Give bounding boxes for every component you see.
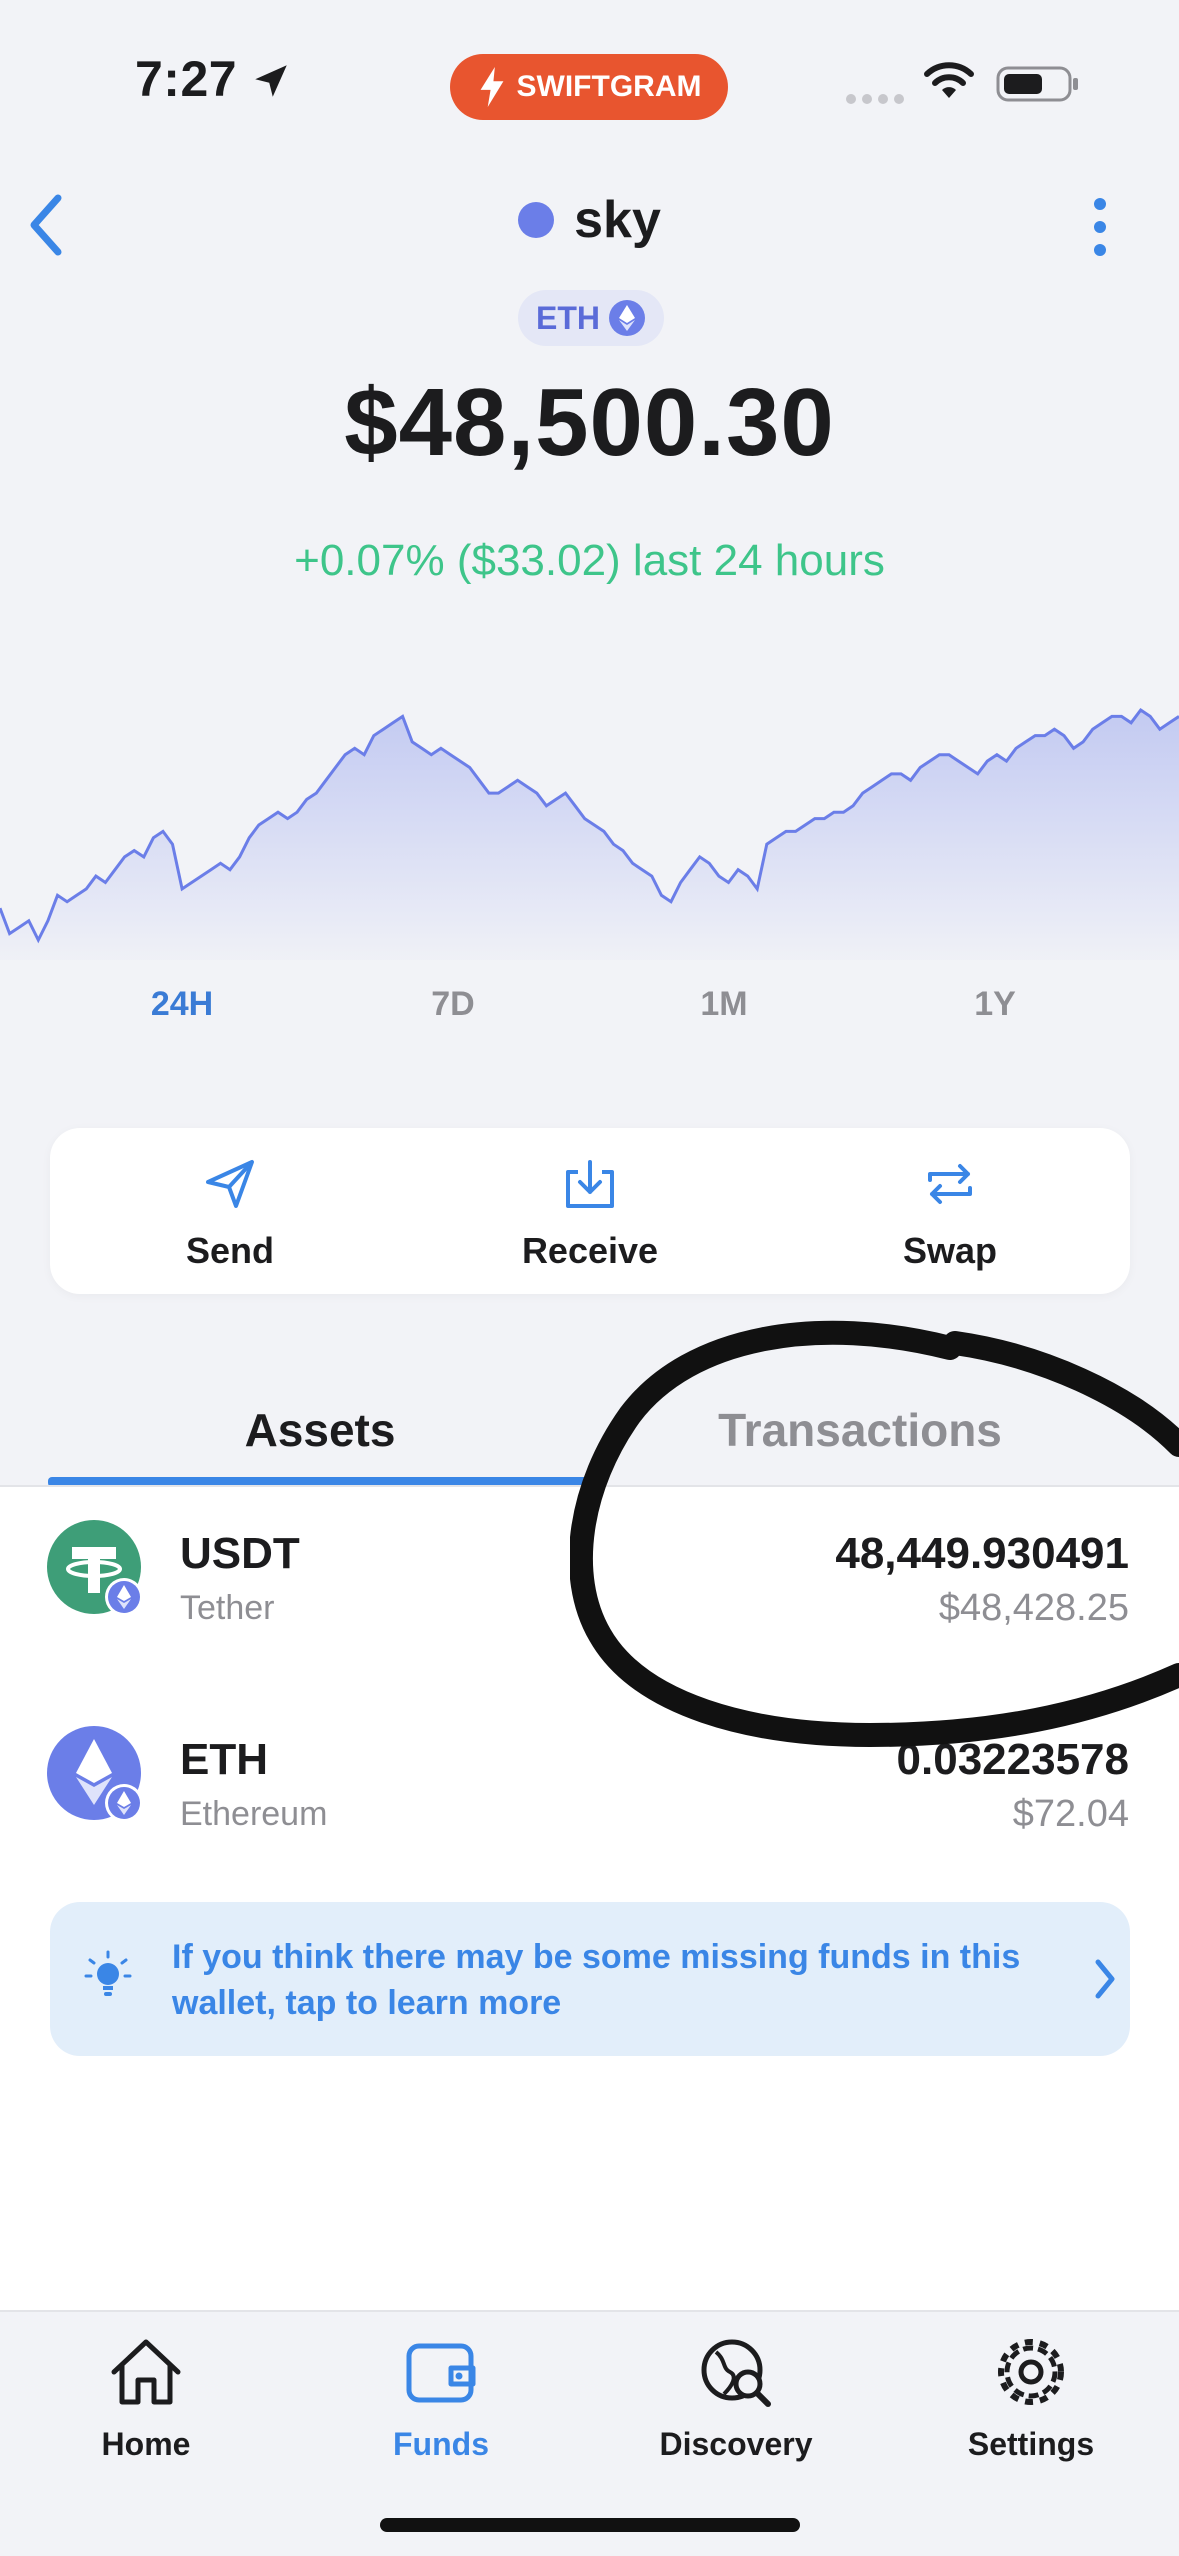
nav-home[interactable]: Home xyxy=(46,2332,246,2463)
battery-icon xyxy=(996,66,1078,102)
tab-assets[interactable]: Assets xyxy=(50,1403,590,1457)
gear-icon xyxy=(998,2339,1064,2405)
range-1m[interactable]: 1M xyxy=(664,985,784,1024)
signal-icon xyxy=(846,94,904,104)
wallet-title[interactable]: sky xyxy=(0,190,1179,250)
asset-name: Tether xyxy=(180,1589,275,1627)
wallet-icon xyxy=(406,2343,476,2403)
banner-text: If you think there may be some missing f… xyxy=(172,1938,1021,2022)
location-arrow-icon xyxy=(255,65,287,97)
nav-funds[interactable]: Funds xyxy=(341,2332,541,2463)
lightbulb-icon xyxy=(84,1950,132,1996)
app-badge-label: SWIFTGRAM xyxy=(516,70,702,103)
ethereum-icon xyxy=(609,300,645,336)
swap-label: Swap xyxy=(902,1230,998,1271)
balance-change: +0.07% ($33.02) last 24 hours xyxy=(294,536,885,585)
asset-symbol: USDT xyxy=(180,1529,300,1578)
status-time: 7:27 xyxy=(135,51,238,107)
asset-fiat-value: $72.04 xyxy=(1012,1793,1129,1835)
receive-label: Receive xyxy=(521,1230,659,1271)
action-card: Send Receive Swap xyxy=(50,1128,1130,1294)
tether-icon xyxy=(47,1520,143,1616)
chevron-right-icon xyxy=(1095,1959,1115,1999)
send-icon xyxy=(206,1160,254,1208)
chain-label: ETH xyxy=(536,299,600,336)
range-24h[interactable]: 24H xyxy=(122,985,242,1024)
nav-settings[interactable]: Settings xyxy=(931,2332,1131,2463)
status-bar: 7:27 SWIFTGRAM xyxy=(0,0,1179,160)
home-indicator xyxy=(380,2518,800,2532)
wallet-name: sky xyxy=(574,191,661,249)
swap-button[interactable]: Swap xyxy=(800,1128,1100,1294)
nav-funds-label: Funds xyxy=(393,2426,489,2462)
asset-symbol: ETH xyxy=(180,1735,268,1784)
range-selector: 24H 7D 1M 1Y xyxy=(0,985,1179,1035)
nav-discovery[interactable]: Discovery xyxy=(636,2332,836,2463)
receive-icon xyxy=(566,1160,614,1208)
more-options-icon[interactable] xyxy=(1080,192,1120,262)
wifi-icon xyxy=(924,62,974,98)
nav-settings-label: Settings xyxy=(967,2426,1095,2462)
tab-bar: Assets Transactions xyxy=(0,1385,1179,1487)
home-icon xyxy=(111,2339,181,2405)
swap-icon xyxy=(928,1164,972,1204)
missing-funds-banner[interactable]: If you think there may be some missing f… xyxy=(50,1902,1130,2056)
receive-button[interactable]: Receive xyxy=(440,1128,740,1294)
asset-amount: 0.03223578 xyxy=(896,1735,1129,1784)
lightning-icon xyxy=(480,67,503,107)
range-7d[interactable]: 7D xyxy=(393,985,513,1024)
chart-area xyxy=(0,710,1179,960)
ethereum-icon xyxy=(47,1726,143,1822)
range-1y[interactable]: 1Y xyxy=(935,985,1055,1024)
asset-fiat-value: $48,428.25 xyxy=(938,1587,1129,1629)
total-balance: $48,500.30 xyxy=(344,369,835,476)
assets-list: USDT Tether 48,449.930491 $48,428.25 ETH… xyxy=(0,1487,1179,2315)
asset-name: Ethereum xyxy=(180,1795,328,1833)
asset-amount: 48,449.930491 xyxy=(835,1529,1129,1578)
send-button[interactable]: Send xyxy=(80,1128,380,1294)
asset-row-usdt[interactable]: USDT Tether 48,449.930491 $48,428.25 xyxy=(0,1507,1179,1657)
send-label: Send xyxy=(185,1230,274,1271)
nav-discovery-label: Discovery xyxy=(659,2426,813,2462)
chain-badge: ETH xyxy=(518,290,664,346)
globe-search-icon xyxy=(701,2339,771,2407)
wallet-color-dot xyxy=(518,202,555,238)
nav-home-label: Home xyxy=(101,2426,191,2462)
balance-chart[interactable] xyxy=(0,700,1179,960)
app-badge[interactable]: SWIFTGRAM xyxy=(450,54,728,120)
asset-row-eth[interactable]: ETH Ethereum 0.03223578 $72.04 xyxy=(0,1713,1179,1863)
tab-transactions[interactable]: Transactions xyxy=(590,1403,1130,1457)
